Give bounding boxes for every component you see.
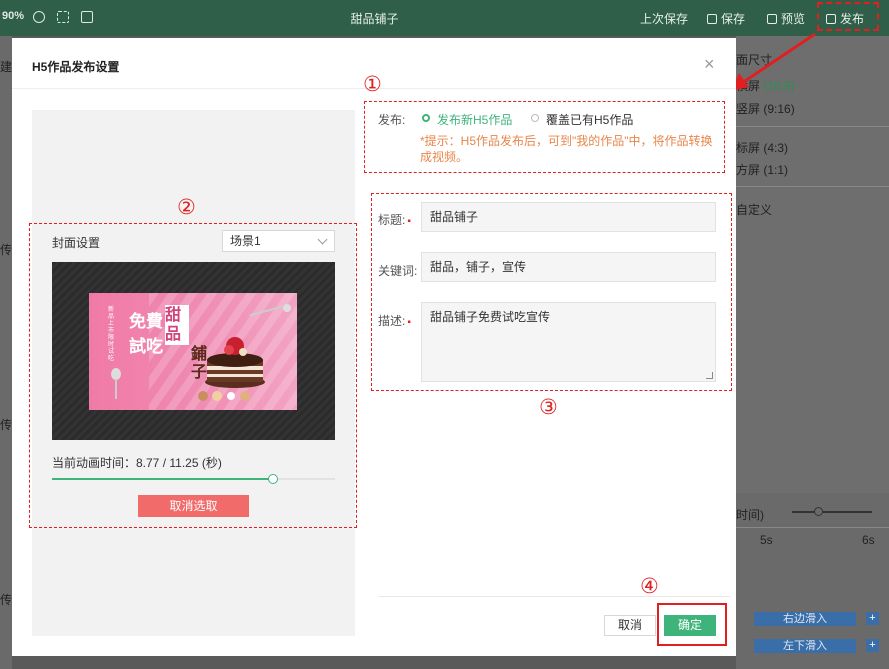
left-background-strip: 建 传 传 传 — [0, 36, 12, 669]
description-label: 描述: ▪ — [378, 314, 411, 328]
tick-5s: 5s — [760, 533, 773, 547]
timeline-label: 时间) — [736, 508, 764, 522]
ratio-custom[interactable]: 自定义 — [736, 201, 772, 218]
macarons-illustration — [198, 391, 250, 401]
timeline-zoom-slider[interactable] — [792, 511, 872, 513]
poster-text-try: 試吃 — [129, 337, 163, 357]
chevron-down-icon — [317, 234, 328, 245]
publish-label: 发布: — [378, 113, 406, 127]
confirm-button[interactable]: 确定 — [664, 615, 716, 636]
radio-publish-new[interactable] — [422, 114, 430, 122]
slide-in-right-button[interactable]: 右边滑入 — [754, 612, 856, 626]
preview-icon — [767, 14, 777, 24]
document-title: 甜品铺子 — [350, 12, 399, 26]
save-label: 保存 — [721, 12, 746, 26]
description-textarea[interactable]: 甜品铺子免费试吃宣传 — [421, 302, 716, 382]
annotation-number-1: ① — [363, 72, 382, 96]
annotation-arrow — [731, 32, 816, 91]
left-edge-text: 传 — [0, 418, 13, 432]
divider — [736, 186, 889, 187]
scene-select[interactable]: 场景1 — [222, 230, 335, 252]
poster-text-free: 免費 — [129, 312, 163, 332]
slider-knob[interactable] — [267, 474, 278, 484]
animation-time-label: 当前动画时间：8.77 / 11.25 (秒) — [52, 456, 222, 470]
left-edge-text: 传 — [0, 243, 13, 257]
ratio-value: (9:16) — [763, 102, 795, 116]
cake-illustration — [205, 337, 265, 388]
last-save-button[interactable]: 上次保存 — [640, 10, 688, 27]
tick-6s: 6s — [862, 533, 875, 547]
keywords-input[interactable]: 甜品，铺子，宣传 — [421, 252, 716, 282]
fork-illustration — [249, 304, 291, 317]
slider-fill — [52, 478, 273, 480]
annotation-number-2: ② — [177, 195, 196, 219]
preview-button[interactable]: 预览 — [767, 10, 805, 27]
description-value: 甜品铺子免费试吃宣传 — [430, 310, 551, 324]
resize-handle-icon[interactable] — [706, 372, 713, 379]
annotation-number-3: ③ — [539, 395, 558, 419]
preview-label: 预览 — [781, 12, 806, 26]
description-label-text: 描述: — [378, 314, 406, 328]
divider — [378, 596, 730, 597]
unselect-button[interactable]: 取消选取 — [138, 495, 249, 517]
cancel-button[interactable]: 取消 — [604, 615, 656, 636]
cover-settings-label: 封面设置 — [52, 236, 101, 250]
ratio-label: 竖屏 — [736, 102, 761, 116]
option-overwrite[interactable]: 覆盖已有H5作品 — [546, 111, 633, 128]
divider — [736, 126, 889, 127]
publish-highlight-box — [817, 2, 879, 31]
option-publish-new[interactable]: 发布新H5作品 — [437, 111, 512, 128]
ratio-value: (4:3) — [763, 141, 789, 155]
ratio-portrait[interactable]: 竖屏 (9:16) — [736, 100, 795, 117]
close-icon[interactable]: × — [704, 55, 715, 73]
publish-tip: *提示：H5作品发布后，可到"我的作品"中，将作品转换成视频。 — [420, 134, 713, 164]
dialog-title: H5作品发布设置 — [32, 60, 120, 74]
save-button[interactable]: 保存 — [707, 10, 745, 27]
slide-in-bottom-left-button[interactable]: 左下滑入 — [754, 639, 856, 653]
ratio-value: (1:1) — [763, 163, 789, 177]
animation-time-slider[interactable] — [52, 474, 335, 484]
scene-select-value: 场景1 — [230, 234, 261, 248]
keywords-label: 关键词: — [378, 264, 418, 278]
title-label-text: 标题: — [378, 213, 406, 227]
cover-image: 新品上市限时试吃 免費 試吃 甜品 鋪子 — [89, 293, 297, 410]
title-label: 标题: ▪ — [378, 213, 411, 227]
add-effect-button[interactable]: + — [866, 612, 879, 625]
poster-small-text: 新品上市限时试吃 — [108, 307, 115, 362]
save-icon — [707, 14, 717, 24]
publish-settings-dialog: H5作品发布设置 × ② 封面设置 场景1 新品上市限时试吃 免費 試吃 甜品 … — [12, 38, 736, 656]
spoon-illustration — [111, 368, 121, 399]
title-input[interactable]: 甜品铺子 — [421, 202, 716, 232]
ratio-standard[interactable]: 标屏 (4:3) — [736, 139, 788, 156]
ratio-label: 方屏 — [736, 163, 761, 177]
add-effect-button[interactable]: + — [866, 639, 879, 652]
left-edge-text: 传 — [0, 593, 13, 607]
annotation-number-4: ④ — [640, 574, 659, 598]
divider — [736, 527, 889, 528]
left-edge-text: 建 — [0, 60, 13, 74]
timeline-panel: 时间) 5s 6s 右边滑入 + 左下滑入 + — [736, 493, 889, 669]
radio-overwrite[interactable] — [531, 114, 539, 122]
ratio-square[interactable]: 方屏 (1:1) — [736, 161, 788, 178]
cover-preview: 新品上市限时试吃 免費 試吃 甜品 鋪子 — [52, 262, 335, 440]
ratio-label: 标屏 — [736, 141, 761, 155]
poster-text-sweet: 甜品 — [165, 305, 189, 345]
timeline-zoom-knob[interactable] — [814, 507, 823, 516]
